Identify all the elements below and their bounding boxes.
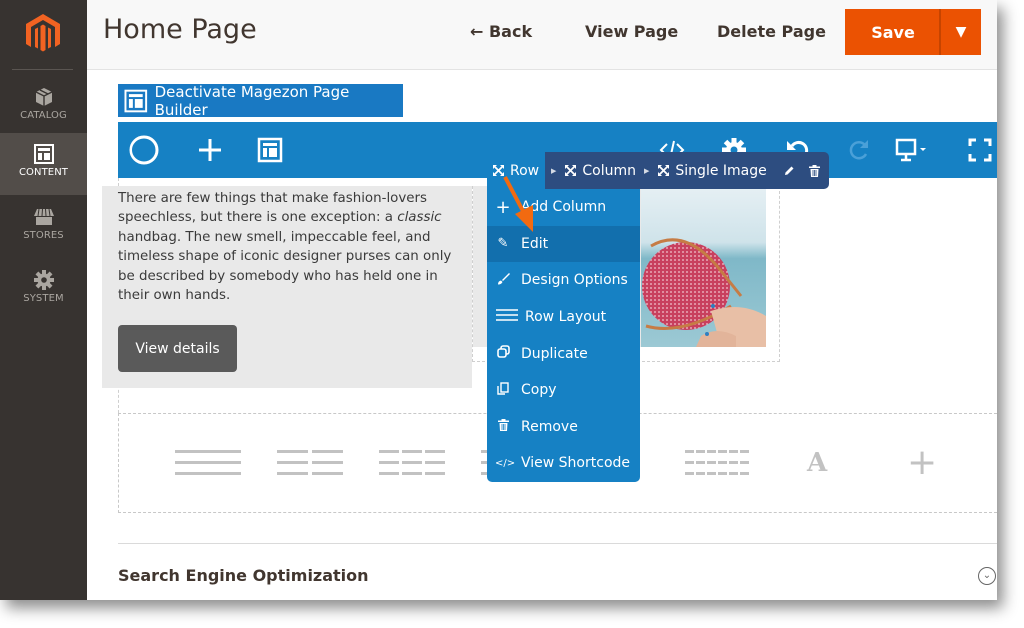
fullscreen-icon[interactable] bbox=[966, 136, 994, 164]
magento-logo-icon[interactable] bbox=[22, 12, 64, 54]
breadcrumb-column[interactable]: Column bbox=[582, 163, 636, 179]
add-icon[interactable] bbox=[196, 136, 224, 164]
menu-item-remove[interactable]: Remove bbox=[487, 409, 640, 446]
pencil-icon[interactable] bbox=[783, 165, 795, 177]
box-icon bbox=[35, 88, 52, 106]
delete-page-button[interactable]: Delete Page bbox=[717, 22, 826, 41]
admin-sidebar: CATALOG CONTENT STORES SYSTEM bbox=[0, 0, 87, 600]
save-options-dropdown[interactable]: ▼ bbox=[939, 9, 981, 55]
templates-icon[interactable] bbox=[256, 136, 284, 164]
breadcrumb-row-label: Row bbox=[510, 162, 540, 179]
sidebar-item-label: CATALOG bbox=[20, 110, 67, 121]
text-column[interactable]: There are few things that make fashion-l… bbox=[102, 186, 472, 388]
admin-window: CATALOG CONTENT STORES SYSTEM Home Page … bbox=[0, 0, 997, 600]
breadcrumb-row[interactable]: Row bbox=[487, 152, 545, 189]
plus-icon: + bbox=[495, 196, 511, 218]
pencil-icon: ✎ bbox=[497, 236, 509, 252]
menu-item-label: Design Options bbox=[521, 272, 628, 289]
save-button[interactable]: Save bbox=[845, 9, 941, 55]
sidebar-divider bbox=[12, 69, 73, 70]
add-element-option[interactable]: + bbox=[907, 442, 937, 483]
menu-item-label: Edit bbox=[521, 235, 549, 252]
redo-icon[interactable] bbox=[844, 136, 872, 164]
deactivate-label: Deactivate Magezon Page Builder bbox=[154, 82, 350, 119]
layout-3-columns-option[interactable] bbox=[379, 450, 445, 475]
duplicate-icon bbox=[495, 345, 511, 362]
menu-item-duplicate[interactable]: Duplicate bbox=[487, 335, 640, 372]
menu-item-label: Add Column bbox=[521, 199, 607, 216]
sidebar-item-system[interactable]: SYSTEM bbox=[0, 259, 87, 321]
move-icon bbox=[565, 165, 577, 176]
breadcrumb-single-image[interactable]: Single Image bbox=[675, 163, 766, 179]
breadcrumb-separator-icon: ▶ bbox=[551, 166, 557, 175]
view-details-button[interactable]: View details bbox=[118, 325, 237, 372]
layout-icon bbox=[33, 144, 54, 164]
desktop-view-icon[interactable] bbox=[894, 136, 930, 164]
menu-item-add-column[interactable]: + Add Column bbox=[487, 189, 640, 226]
menu-item-label: Copy bbox=[521, 382, 557, 399]
section-divider bbox=[118, 543, 997, 544]
sidebar-item-label: STORES bbox=[23, 230, 64, 241]
sidebar-item-label: CONTENT bbox=[18, 167, 69, 178]
handbag-photo bbox=[641, 186, 766, 347]
menu-item-view-shortcode[interactable]: </> View Shortcode bbox=[487, 445, 640, 482]
view-page-button[interactable]: View Page bbox=[585, 22, 678, 41]
seo-section-title[interactable]: Search Engine Optimization bbox=[118, 566, 369, 585]
gear-icon bbox=[33, 270, 54, 290]
magezon-logo-icon[interactable] bbox=[128, 134, 160, 166]
menu-item-label: Row Layout bbox=[525, 309, 607, 326]
trash-icon[interactable] bbox=[808, 164, 820, 177]
text-element-option[interactable]: A bbox=[807, 448, 827, 478]
store-icon bbox=[33, 208, 54, 225]
deactivate-page-builder-button[interactable]: Deactivate Magezon Page Builder bbox=[118, 82, 403, 119]
brush-icon bbox=[495, 272, 511, 289]
menu-item-copy[interactable]: Copy bbox=[487, 372, 640, 409]
sidebar-item-content[interactable]: CONTENT bbox=[0, 133, 87, 195]
single-image[interactable] bbox=[641, 186, 766, 347]
sidebar-item-label: SYSTEM bbox=[23, 293, 64, 304]
menu-item-label: Remove bbox=[521, 418, 578, 435]
menu-item-design-options[interactable]: Design Options bbox=[487, 262, 640, 299]
layout-2-columns-option[interactable] bbox=[277, 450, 343, 475]
layout-1-column-option[interactable] bbox=[175, 450, 241, 475]
row-layout-icon bbox=[495, 309, 519, 325]
breadcrumb: ▶ Column ▶ Single Image bbox=[545, 152, 829, 189]
move-icon bbox=[658, 165, 670, 176]
menu-item-edit[interactable]: ✎ Edit bbox=[487, 225, 640, 263]
page-title: Home Page bbox=[103, 14, 257, 45]
layout-icon bbox=[124, 89, 148, 112]
back-button[interactable]: ← Back bbox=[470, 22, 532, 41]
sidebar-item-catalog[interactable]: CATALOG bbox=[0, 76, 87, 138]
code-icon: </> bbox=[495, 457, 516, 469]
caret-down-icon: ▼ bbox=[955, 24, 967, 40]
breadcrumb-separator-icon: ▶ bbox=[644, 166, 650, 175]
chevron-down-icon[interactable]: ⌄ bbox=[978, 567, 996, 585]
layout-6-columns-option[interactable] bbox=[685, 450, 751, 475]
menu-item-row-layout[interactable]: Row Layout bbox=[487, 299, 640, 336]
menu-item-label: Duplicate bbox=[521, 345, 588, 362]
menu-item-label: View Shortcode bbox=[521, 455, 631, 472]
text-paragraph: There are few things that make fashion-l… bbox=[118, 191, 452, 304]
sidebar-item-stores[interactable]: STORES bbox=[0, 196, 87, 258]
row-context-menu: + Add Column ✎ Edit Design Options Row L… bbox=[487, 189, 640, 482]
page-header: Home Page ← Back View Page Delete Page S… bbox=[87, 0, 997, 70]
move-icon bbox=[493, 165, 504, 176]
copy-icon bbox=[495, 382, 511, 399]
trash-icon bbox=[495, 418, 511, 435]
